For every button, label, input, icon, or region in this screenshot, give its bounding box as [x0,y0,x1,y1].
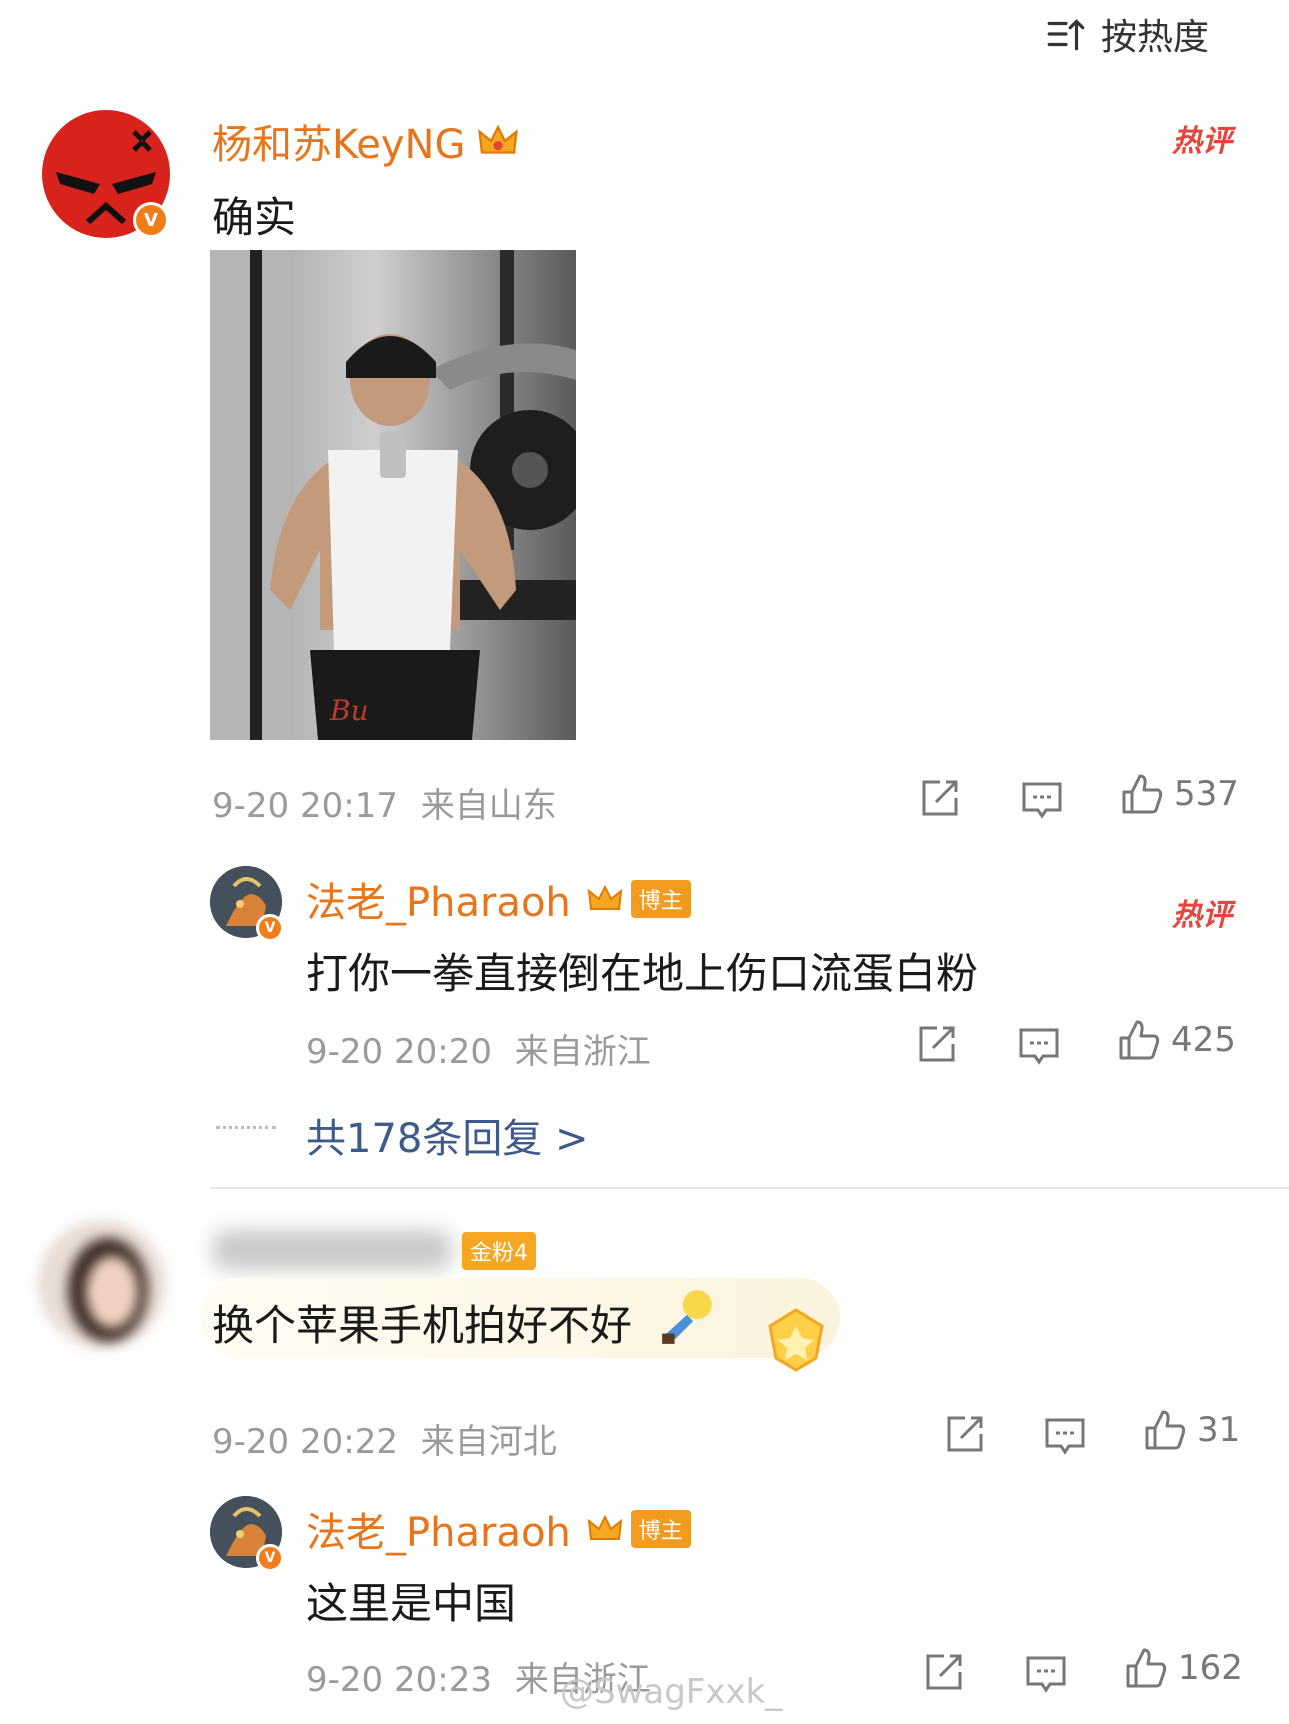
reply-location: 来自浙江 [514,1032,651,1072]
blogger-badge: 博主 [630,880,691,918]
reply-time: 9-20 20:23 [306,1660,492,1700]
more-replies-link[interactable]: 共178条回复 > [306,1106,589,1164]
like-button[interactable]: 31 [1143,1408,1240,1452]
crown-icon [587,884,623,910]
thumbs-up-icon [1119,1020,1160,1060]
comment-icon [1026,1656,1066,1693]
reply-text: 这里是中国 [306,1579,517,1628]
share-button[interactable] [922,1650,966,1694]
like-count: 162 [1178,1648,1243,1688]
comment-icon [1019,1028,1059,1065]
comment-time: 9-20 20:17 [212,786,398,826]
like-count: 425 [1171,1020,1236,1060]
like-count: 31 [1197,1410,1241,1450]
hot-comment-badge: 热评 [1172,124,1232,159]
svg-text:Bu: Bu [329,694,369,727]
lightbulb-emoji-icon [662,1290,712,1344]
share-button[interactable] [943,1412,987,1456]
share-button[interactable] [915,1022,959,1066]
comment-location: 来自河北 [420,1422,557,1462]
reply-time: 9-20 20:20 [306,1032,492,1072]
thumbs-up-icon [1126,1648,1167,1688]
thumbs-up-icon [1145,1410,1186,1450]
share-icon [919,1026,955,1062]
comment-text: 换个苹果手机拍好不好 [212,1301,633,1350]
crown-icon [478,124,519,154]
divider [210,1187,1289,1189]
thumbs-up-icon [1122,774,1163,814]
reply-button[interactable] [1024,1652,1068,1696]
verified-icon: V [256,1544,284,1572]
verified-icon: V [133,202,169,238]
share-button[interactable] [918,776,962,820]
fan-badge: 金粉4 [462,1232,536,1270]
like-button[interactable]: 162 [1124,1646,1243,1690]
hot-comment-badge: 热评 [1172,898,1232,933]
reply-button[interactable] [1043,1414,1087,1458]
verified-icon: V [256,914,284,942]
reply-username[interactable]: 法老_Pharaoh [306,1500,571,1558]
like-button[interactable]: 425 [1117,1018,1236,1062]
reply-button[interactable] [1017,1024,1061,1068]
comment-location: 来自山东 [420,786,557,826]
share-icon [947,1416,983,1452]
like-button[interactable]: 537 [1120,772,1239,816]
comment-text: 确实 [212,193,297,242]
reply-text: 打你一拳直接倒在地上伤口流蛋白粉 [306,949,979,998]
like-count: 537 [1174,774,1239,814]
comment-icon [1022,782,1062,819]
share-icon [926,1654,962,1690]
comment-icon [1045,1418,1085,1455]
blogger-badge: 博主 [630,1510,691,1548]
sort-by-hot-button[interactable]: 按热度 [1045,8,1209,60]
fan-medal-icon [768,1308,824,1372]
reply-username[interactable]: 法老_Pharaoh [306,870,571,928]
dots-divider [216,1126,276,1129]
share-icon [922,780,958,816]
comment-time: 9-20 20:22 [212,1422,398,1462]
sort-icon [1047,19,1085,51]
username[interactable]: 杨和苏KeyNG [212,112,465,170]
crown-icon [587,1514,623,1540]
comment-image[interactable]: Bu [210,250,576,740]
watermark: @SwagFxxk_ [560,1672,783,1712]
avatar[interactable] [38,1220,166,1348]
username-blurred[interactable] [212,1230,452,1270]
reply-button[interactable] [1020,778,1064,822]
sort-label: 按热度 [1100,17,1209,58]
